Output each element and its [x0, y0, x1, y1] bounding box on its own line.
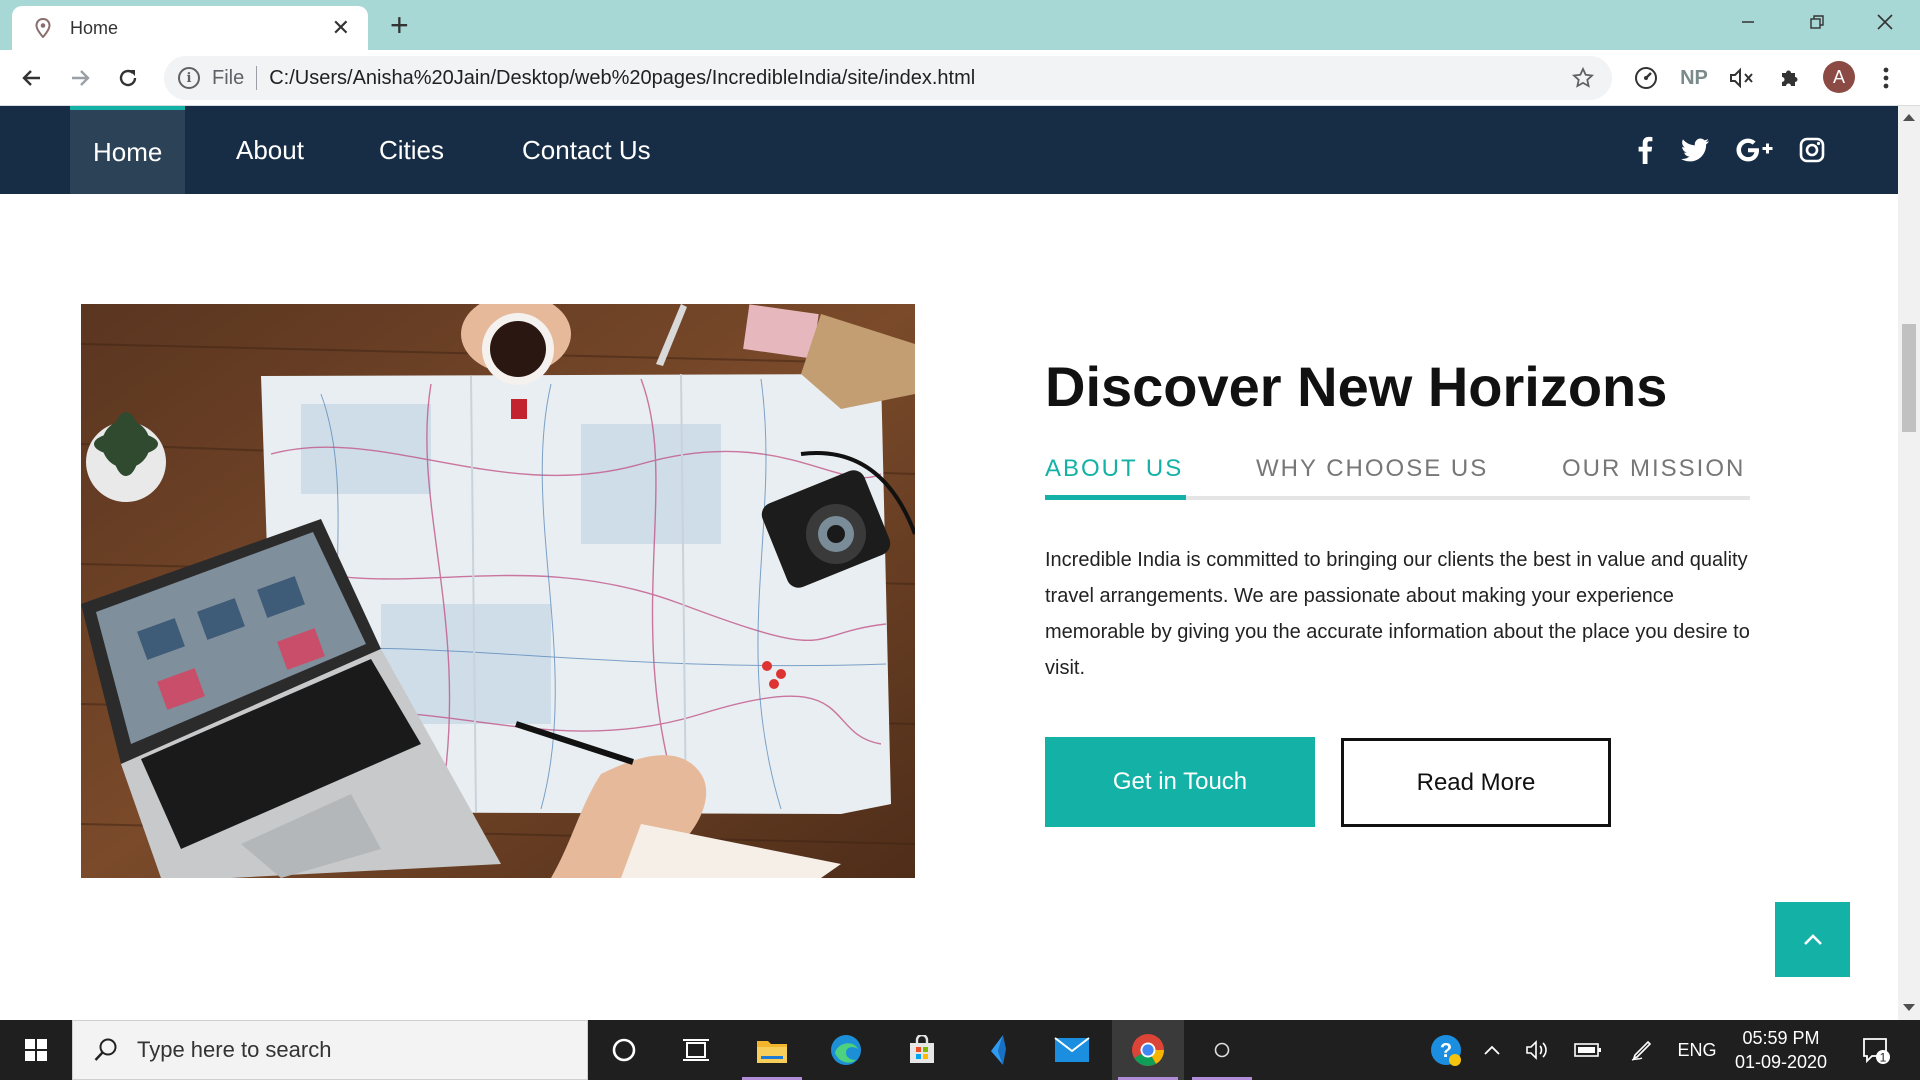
minimize-icon[interactable] [1713, 0, 1783, 44]
read-more-button[interactable]: Read More [1341, 738, 1611, 827]
close-window-icon[interactable] [1850, 0, 1920, 44]
get-in-touch-button[interactable]: Get in Touch [1045, 737, 1315, 827]
travel-planning-image [81, 304, 915, 878]
twitter-icon[interactable] [1677, 134, 1713, 166]
new-tab-icon[interactable]: + [390, 8, 409, 42]
browser-tab-home[interactable]: Home ✕ [12, 6, 368, 50]
search-icon [94, 1038, 117, 1061]
site-navbar: Home About Cities Contact Us [0, 106, 1898, 194]
address-separator [256, 66, 258, 90]
clock-date: 01-09-2020 [1734, 1052, 1828, 1072]
chrome-browser-icon[interactable] [1112, 1020, 1184, 1080]
address-url[interactable]: C:/Users/Anisha%20Jain/Desktop/web%20pag… [269, 67, 1568, 90]
page-viewport: Home About Cities Contact Us Discover Ne… [0, 106, 1898, 1020]
page-heading: Discover New Horizons [1045, 355, 1668, 418]
browser-toolbar: i File C:/Users/Anisha%20Jain/Desktop/we… [0, 50, 1920, 106]
nav-about[interactable]: About [236, 106, 304, 194]
tab-why-choose-us[interactable]: WHY CHOOSE US [1256, 455, 1488, 483]
tab-about-us[interactable]: ABOUT US [1045, 455, 1183, 483]
facebook-icon[interactable] [1627, 134, 1663, 166]
puzzle-icon[interactable] [1774, 62, 1806, 94]
address-scheme-label: File [212, 66, 245, 89]
back-arrow-icon[interactable] [16, 62, 48, 94]
language-indicator[interactable]: ENG [1672, 1020, 1722, 1080]
google-plus-icon[interactable] [1734, 134, 1778, 166]
site-info-icon[interactable]: i [178, 67, 200, 89]
restore-icon[interactable] [1782, 0, 1852, 44]
nav-home[interactable]: Home [70, 106, 186, 194]
volume-icon[interactable] [1518, 1020, 1558, 1080]
mail-icon[interactable] [1036, 1020, 1108, 1080]
notification-count: 1 [1880, 1051, 1887, 1065]
instagram-icon[interactable] [1794, 134, 1830, 166]
reload-icon[interactable] [112, 62, 144, 94]
menu-dots-icon[interactable] [1870, 62, 1902, 94]
pen-icon[interactable] [1622, 1020, 1662, 1080]
task-view-icon[interactable] [660, 1020, 732, 1080]
app-running-icon[interactable] [1186, 1020, 1258, 1080]
site-favicon-icon [32, 17, 54, 39]
np-extension-icon[interactable]: NP [1678, 62, 1710, 94]
nav-cities[interactable]: Cities [379, 106, 444, 194]
tab-our-mission[interactable]: OUR MISSION [1562, 455, 1745, 483]
profile-avatar[interactable]: A [1823, 61, 1855, 93]
mute-icon[interactable] [1726, 62, 1758, 94]
forward-arrow-icon[interactable] [64, 62, 96, 94]
scroll-up-arrow-icon[interactable] [1903, 114, 1915, 121]
help-icon[interactable]: ? [1422, 1020, 1470, 1080]
battery-icon[interactable] [1566, 1020, 1610, 1080]
scroll-to-top-button[interactable] [1775, 902, 1850, 977]
speed-dial-icon[interactable] [1630, 62, 1662, 94]
active-tab-underline [1045, 495, 1186, 500]
page-scrollbar[interactable] [1898, 106, 1920, 1020]
nav-contact-us[interactable]: Contact Us [522, 106, 651, 194]
cortana-icon[interactable] [588, 1020, 660, 1080]
scroll-down-arrow-icon[interactable] [1903, 1004, 1915, 1011]
taskbar-search-placeholder: Type here to search [137, 1037, 332, 1062]
clock-time: 05:59 PM [1742, 1028, 1820, 1048]
about-paragraph: Incredible India is committed to bringin… [1045, 549, 1750, 679]
chevron-up-icon [1803, 933, 1822, 945]
browser-tab-title: Home [70, 17, 119, 38]
chevron-up-icon[interactable] [1474, 1020, 1510, 1080]
address-bar[interactable]: i File C:/Users/Anisha%20Jain/Desktop/we… [164, 56, 1612, 100]
system-clock[interactable]: 05:59 PM 01-09-2020 [1726, 1026, 1836, 1074]
file-explorer-icon[interactable] [736, 1020, 808, 1080]
edge-browser-icon[interactable] [810, 1020, 882, 1080]
browser-tab-bar: Home ✕ + [0, 0, 1920, 50]
windows-taskbar: Type here to search ? ENG 05:59 PM 01-09… [0, 1020, 1920, 1080]
taskbar-search-box[interactable]: Type here to search [72, 1020, 588, 1080]
close-tab-icon[interactable]: ✕ [332, 15, 350, 41]
bookmark-star-icon[interactable] [1568, 66, 1598, 90]
windows-start-icon[interactable] [0, 1020, 72, 1080]
scrollbar-thumb[interactable] [1902, 324, 1916, 432]
notification-center-icon[interactable]: 1 [1852, 1020, 1900, 1080]
microsoft-store-icon[interactable] [886, 1020, 958, 1080]
visual-studio-code-icon[interactable] [962, 1020, 1034, 1080]
